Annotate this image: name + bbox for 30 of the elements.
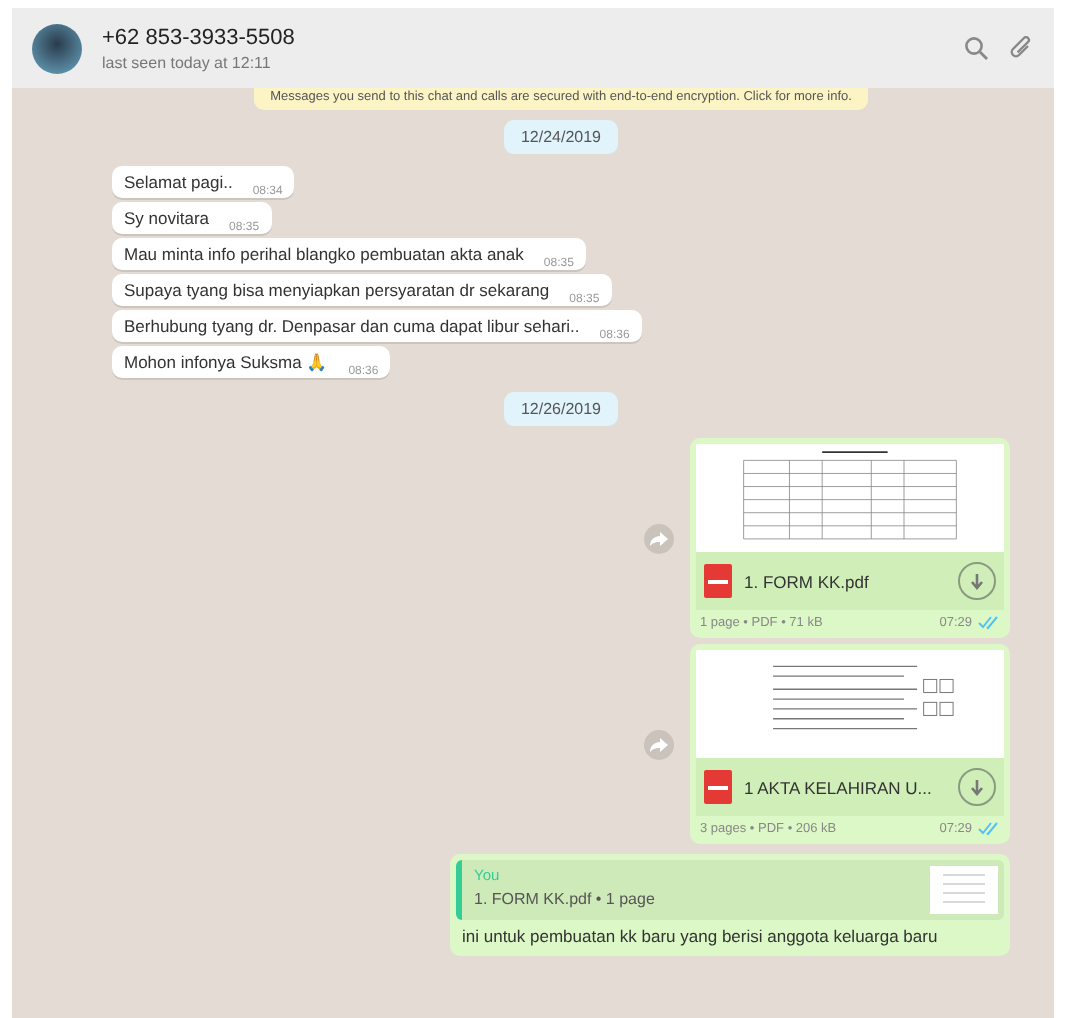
- download-button[interactable]: [958, 768, 996, 806]
- date-label: 12/24/2019: [504, 120, 618, 154]
- message-text: Sy novitara: [124, 208, 210, 228]
- forward-arrow-icon: [650, 531, 668, 545]
- document-preview-drawing[interactable]: [696, 444, 1004, 552]
- message-text: Mau minta info perihal blangko pembuatan akta anak: [124, 244, 524, 264]
- avatar[interactable]: [32, 23, 82, 73]
- download-button[interactable]: [958, 562, 996, 600]
- contact-name: +62 853-3933-5508: [102, 25, 297, 49]
- file-name: 1. FORM KK.pdf: [744, 571, 871, 591]
- quote-text: 1. FORM KK.pdf • 1 page: [474, 890, 655, 908]
- message-text: Selamat pagi..: [124, 172, 233, 192]
- message-text: Berhubung tyang dr. Denpasar dan cuma dapat libur sehari..: [124, 316, 580, 336]
- pdf-file-icon: [704, 770, 732, 804]
- file-name: 1 AKTA KELAHIRAN U...: [744, 777, 934, 797]
- message-text: ini untuk pembuatan kk baru yang berisi anggota keluarga baru: [460, 924, 940, 950]
- paperclip-icon[interactable]: [1008, 35, 1034, 61]
- download-arrow-icon: [970, 573, 984, 589]
- forward-arrow-icon: [650, 737, 668, 751]
- document-preview-drawing[interactable]: [696, 650, 1004, 758]
- forward-button[interactable]: [644, 523, 674, 553]
- message-text: Supaya tyang bisa menyiapkan persyaratan dr sekarang: [124, 280, 550, 300]
- message-text: Mohon infonya Suksma 🙏: [124, 352, 329, 372]
- date-label: 12/26/2019: [504, 392, 618, 426]
- pdf-file-icon: [704, 564, 732, 598]
- download-arrow-icon: [970, 779, 984, 795]
- document-thumbnail-drawing: [930, 866, 998, 914]
- forward-button[interactable]: [644, 729, 674, 759]
- search-icon[interactable]: [964, 36, 988, 60]
- last-seen-status: last seen today at 12:11: [102, 53, 273, 71]
